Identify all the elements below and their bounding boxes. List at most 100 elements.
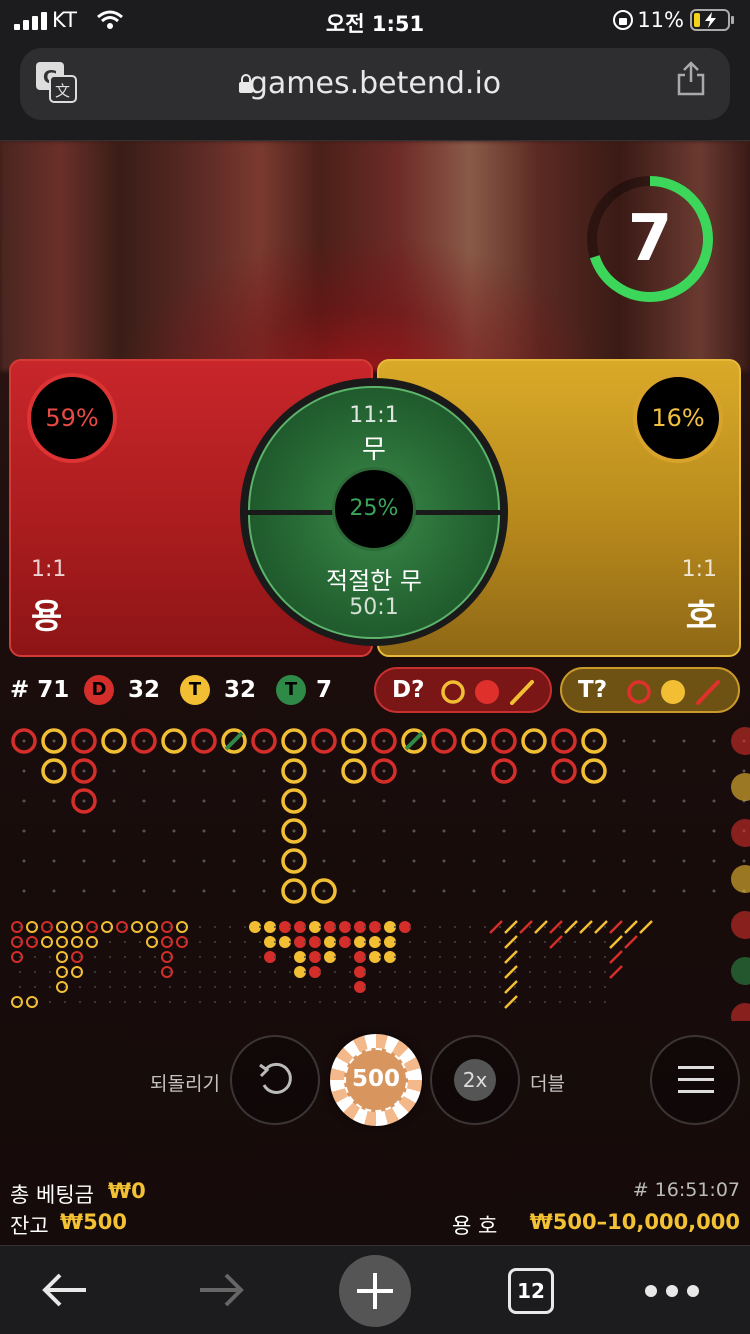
small-grid-dot bbox=[214, 1001, 216, 1003]
small-grid-dot bbox=[214, 941, 216, 943]
small-grid-dot bbox=[604, 1001, 606, 1003]
small-grid-dot bbox=[199, 956, 201, 958]
grid-dot bbox=[712, 829, 716, 833]
grid-dot bbox=[352, 859, 356, 863]
small-grid-dot bbox=[64, 956, 66, 958]
small-grid-dot bbox=[94, 956, 96, 958]
small-grid-dot bbox=[499, 971, 501, 973]
small-grid-dot bbox=[244, 926, 246, 928]
small-grid-dot bbox=[304, 956, 306, 958]
small-grid-dot bbox=[409, 986, 411, 988]
game-area: 7 59% 1:1 용 16% 1:1 호 11:1 무 25% 적절한 무 5… bbox=[0, 141, 750, 1245]
small-grid-dot bbox=[379, 1001, 381, 1003]
new-tab-button[interactable] bbox=[339, 1255, 411, 1327]
small-grid-dot bbox=[199, 926, 201, 928]
small-grid-dot bbox=[409, 926, 411, 928]
small-grid-dot bbox=[589, 971, 591, 973]
more-icon[interactable] bbox=[644, 1284, 700, 1298]
dragon-prediction-button[interactable]: D? bbox=[374, 667, 552, 713]
grid-dot bbox=[382, 769, 386, 773]
small-grid-dot bbox=[529, 941, 531, 943]
small-grid-dot bbox=[349, 956, 351, 958]
small-grid-dot bbox=[454, 941, 456, 943]
grid-dot bbox=[202, 889, 206, 893]
small-grid-dot bbox=[229, 971, 231, 973]
grid-dot bbox=[112, 889, 116, 893]
small-grid-dot bbox=[169, 926, 171, 928]
back-arrow-icon[interactable] bbox=[40, 1272, 90, 1308]
small-grid-dot bbox=[79, 956, 81, 958]
small-grid-dot bbox=[274, 986, 276, 988]
small-grid-dot bbox=[34, 956, 36, 958]
grid-dot bbox=[262, 889, 266, 893]
small-grid-dot bbox=[439, 986, 441, 988]
small-grid-dot bbox=[169, 971, 171, 973]
grid-dot bbox=[712, 739, 716, 743]
grid-dot bbox=[382, 859, 386, 863]
grid-dot bbox=[532, 829, 536, 833]
grid-dot bbox=[232, 889, 236, 893]
suited-tie-odds: 50:1 bbox=[349, 595, 399, 620]
tabs-button[interactable]: 12 bbox=[508, 1268, 554, 1314]
tiger-prediction-button[interactable]: T? bbox=[560, 667, 740, 713]
small-grid-dot bbox=[454, 926, 456, 928]
grid-dot bbox=[52, 829, 56, 833]
grid-dot bbox=[622, 739, 626, 743]
small-grid-dot bbox=[259, 986, 261, 988]
dragon-percent: 59% bbox=[27, 373, 117, 463]
tie-badge: T bbox=[276, 675, 306, 705]
share-icon[interactable] bbox=[676, 60, 706, 96]
grid-dot bbox=[592, 889, 596, 893]
small-grid-dot bbox=[64, 971, 66, 973]
menu-button[interactable] bbox=[650, 1035, 740, 1125]
small-grid-dot bbox=[109, 956, 111, 958]
small-grid-dot bbox=[34, 971, 36, 973]
grid-dot bbox=[652, 769, 656, 773]
grid-dot bbox=[742, 859, 746, 863]
small-grid-dot bbox=[469, 1001, 471, 1003]
grid-dot bbox=[382, 799, 386, 803]
grid-dot bbox=[472, 859, 476, 863]
small-grid-dot bbox=[19, 986, 21, 988]
undo-button[interactable] bbox=[230, 1035, 320, 1125]
small-grid-dot bbox=[334, 941, 336, 943]
small-grid-dot bbox=[289, 956, 291, 958]
small-grid-dot bbox=[319, 956, 321, 958]
scoreboard-roadmap[interactable] bbox=[0, 721, 750, 1021]
balance-label: 잔고 bbox=[10, 1214, 49, 1238]
small-grid-dot bbox=[529, 971, 531, 973]
grid-dot bbox=[232, 829, 236, 833]
small-grid-dot bbox=[424, 941, 426, 943]
small-grid-dot bbox=[229, 956, 231, 958]
small-grid-dot bbox=[139, 971, 141, 973]
small-grid-dot bbox=[34, 1001, 36, 1003]
countdown-number: 7 bbox=[627, 202, 673, 276]
small-grid-dot bbox=[214, 956, 216, 958]
small-grid-dot bbox=[589, 1001, 591, 1003]
small-grid-dot bbox=[439, 956, 441, 958]
small-grid-dot bbox=[589, 926, 591, 928]
url-text[interactable]: games.betend.io bbox=[0, 66, 750, 101]
small-grid-dot bbox=[64, 941, 66, 943]
small-grid-dot bbox=[154, 986, 156, 988]
forward-arrow-icon[interactable] bbox=[196, 1272, 246, 1308]
grid-dot bbox=[112, 739, 116, 743]
edge-bead bbox=[731, 727, 750, 755]
round-id: # 16:51:07 bbox=[632, 1179, 740, 1201]
small-grid-dot bbox=[469, 986, 471, 988]
small-grid-dot bbox=[199, 941, 201, 943]
small-grid-dot bbox=[79, 941, 81, 943]
grid-dot bbox=[112, 859, 116, 863]
grid-dot bbox=[502, 799, 506, 803]
cockroach-road-slash bbox=[609, 935, 623, 949]
edge-bead bbox=[731, 1003, 750, 1021]
chip-selector[interactable]: 500 bbox=[330, 1034, 422, 1126]
small-grid-dot bbox=[169, 956, 171, 958]
grid-dot bbox=[472, 799, 476, 803]
grid-dot bbox=[22, 769, 26, 773]
grid-dot bbox=[322, 769, 326, 773]
double-button[interactable]: 2x bbox=[430, 1035, 520, 1125]
grid-dot bbox=[352, 889, 356, 893]
grid-dot bbox=[712, 769, 716, 773]
grid-dot bbox=[322, 889, 326, 893]
